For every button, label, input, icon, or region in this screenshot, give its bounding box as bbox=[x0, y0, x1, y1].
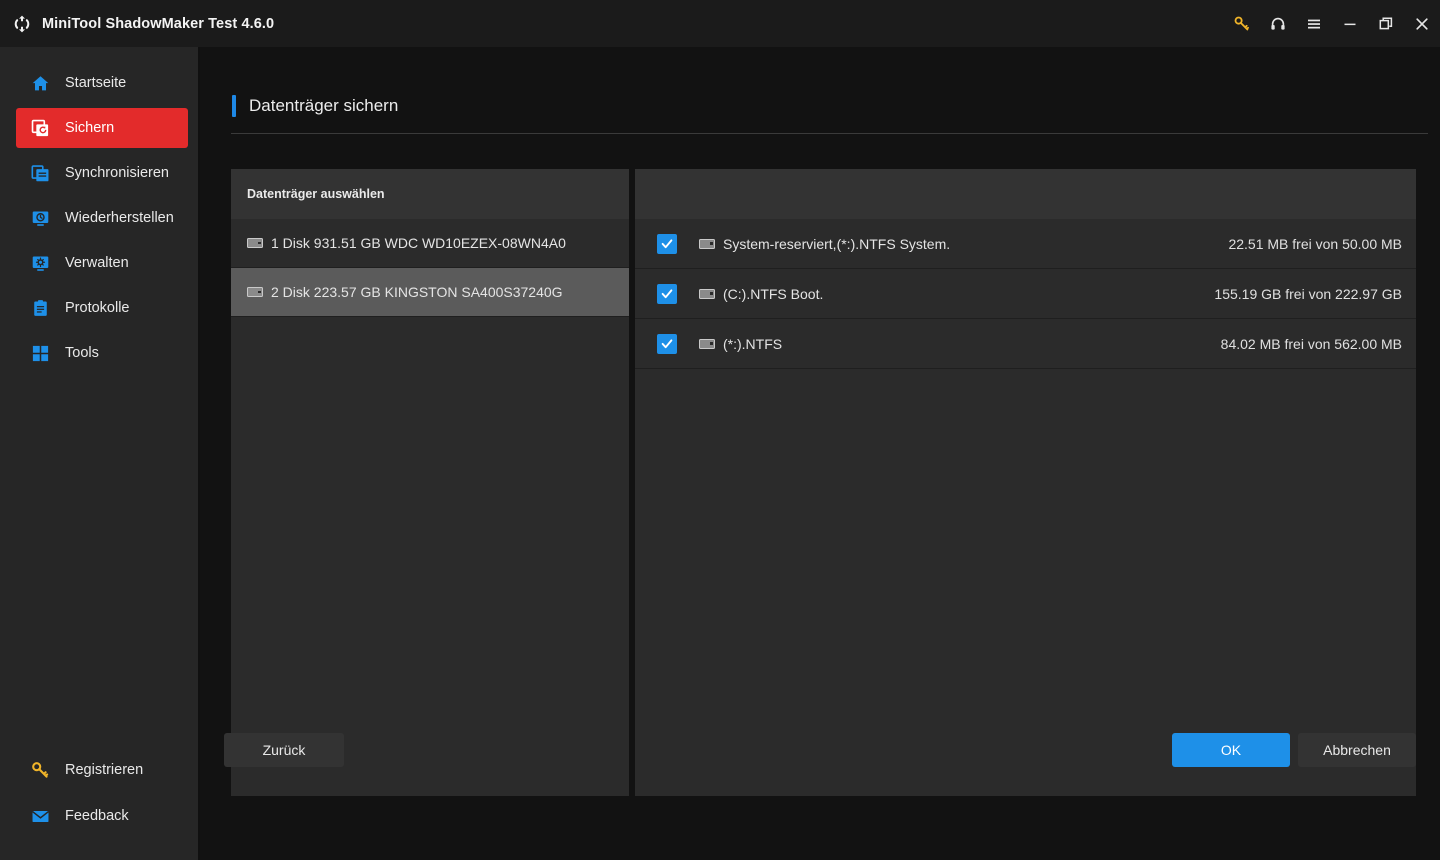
content-area: Datenträger sichern Datenträger auswähle… bbox=[202, 47, 1440, 860]
sidebar-item-verwalten[interactable]: Verwalten bbox=[16, 243, 188, 283]
hamburger-icon[interactable] bbox=[1296, 0, 1332, 47]
footer-actions: OK Abbrechen bbox=[1172, 733, 1416, 767]
app-title: MiniTool ShadowMaker Test 4.6.0 bbox=[42, 15, 275, 32]
sidebar-item-sichern[interactable]: Sichern bbox=[16, 108, 188, 148]
sidebar-item-label: Wiederherstellen bbox=[65, 210, 174, 226]
restore-monitor-icon bbox=[30, 208, 50, 228]
tools-grid-icon bbox=[30, 343, 50, 363]
sidebar-item-label: Startseite bbox=[65, 75, 127, 91]
title-bar: MiniTool ShadowMaker Test 4.6.0 bbox=[0, 0, 1440, 47]
sidebar-item-synchronisieren[interactable]: Synchronisieren bbox=[16, 153, 188, 193]
back-button[interactable]: Zurück bbox=[224, 733, 344, 767]
footer-bar: Zurück OK Abbrechen bbox=[202, 47, 1440, 860]
sidebar-item-label: Tools bbox=[65, 345, 99, 361]
sidebar-item-tools[interactable]: Tools bbox=[16, 333, 188, 373]
sidebar-item-label: Verwalten bbox=[65, 255, 129, 271]
sidebar-item-wiederherstellen[interactable]: Wiederherstellen bbox=[16, 198, 188, 238]
sidebar-item-label: Registrieren bbox=[65, 762, 144, 778]
backup-icon bbox=[30, 118, 50, 138]
sidebar: Startseite Sichern Synchronisieren Wiede… bbox=[0, 47, 200, 860]
cancel-button[interactable]: Abbrechen bbox=[1298, 733, 1416, 767]
sidebar-item-startseite[interactable]: Startseite bbox=[16, 63, 188, 103]
sidebar-nav: Startseite Sichern Synchronisieren Wiede… bbox=[0, 63, 200, 378]
mail-icon bbox=[30, 806, 50, 826]
headset-icon[interactable] bbox=[1260, 0, 1296, 47]
sidebar-item-label: Protokolle bbox=[65, 300, 130, 316]
log-icon bbox=[30, 298, 50, 318]
sidebar-item-label: Feedback bbox=[65, 808, 129, 824]
home-icon bbox=[30, 73, 50, 93]
sidebar-item-feedback[interactable]: Feedback bbox=[16, 796, 188, 836]
sidebar-item-registrieren[interactable]: Registrieren bbox=[16, 750, 188, 790]
key-icon[interactable] bbox=[1224, 0, 1260, 47]
close-icon[interactable] bbox=[1404, 0, 1440, 47]
minimize-icon[interactable] bbox=[1332, 0, 1368, 47]
window-controls bbox=[1224, 0, 1440, 47]
sync-icon bbox=[30, 163, 50, 183]
manage-gear-icon bbox=[30, 253, 50, 273]
sidebar-bottom-nav: Registrieren Feedback bbox=[0, 750, 200, 842]
ok-button[interactable]: OK bbox=[1172, 733, 1290, 767]
footer-inner: Zurück OK Abbrechen bbox=[224, 47, 1440, 860]
key-icon bbox=[30, 760, 50, 780]
sidebar-item-label: Synchronisieren bbox=[65, 165, 169, 181]
app-logo-icon bbox=[11, 13, 33, 35]
sidebar-item-label: Sichern bbox=[65, 120, 115, 136]
restore-icon[interactable] bbox=[1368, 0, 1404, 47]
sidebar-item-protokolle[interactable]: Protokolle bbox=[16, 288, 188, 328]
